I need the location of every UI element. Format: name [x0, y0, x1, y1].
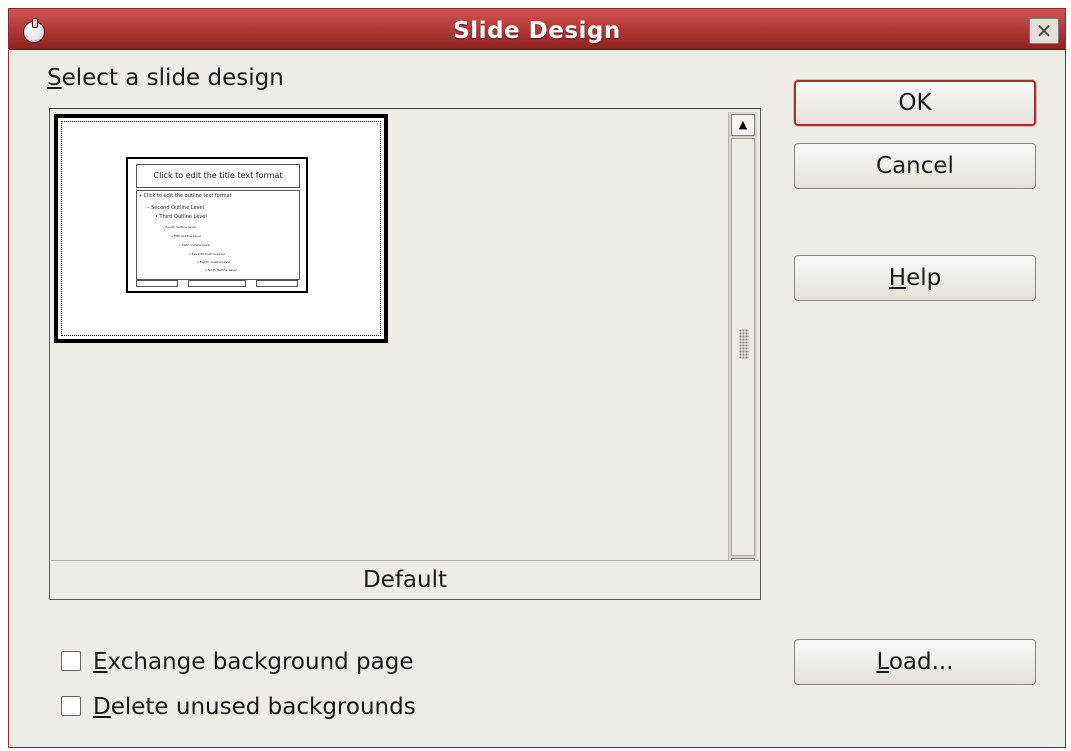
- outline-line: » Ninth Outline Level: [205, 268, 237, 272]
- preview-footer-right: [256, 280, 298, 287]
- preview-footer-center: [188, 280, 246, 287]
- mnemonic-e: E: [93, 649, 108, 675]
- preview-footer-left: [136, 280, 178, 287]
- vertical-scrollbar[interactable]: ▲ ▼: [728, 112, 757, 582]
- outline-line: • Click to edit the outline text format: [139, 193, 232, 199]
- delete-unused-option[interactable]: Delete unused backgrounds: [61, 694, 416, 720]
- preview-outline: • Click to edit the outline text format …: [136, 190, 300, 280]
- outline-line: • Third Outline Level: [155, 214, 207, 220]
- design-thumbnail-default[interactable]: Click to edit the title text format • Cl…: [54, 114, 388, 343]
- select-design-label-text: elect a slide design: [61, 65, 284, 91]
- preview-title-placeholder: Click to edit the title text format: [136, 164, 300, 188]
- mnemonic-d: D: [93, 694, 111, 720]
- outline-line: – Second Outline Level: [147, 205, 204, 211]
- load-button[interactable]: Load...: [794, 639, 1036, 685]
- outline-line: » Fifth Outline Level: [171, 234, 201, 238]
- exchange-background-checkbox[interactable]: [61, 650, 81, 671]
- mnemonic-l: L: [876, 649, 889, 675]
- close-button[interactable]: ✕: [1029, 18, 1059, 44]
- ok-button[interactable]: OK: [794, 80, 1036, 126]
- slide-preview: Click to edit the title text format • Cl…: [126, 157, 308, 293]
- outline-line: » Eighth Outline Level: [197, 260, 231, 264]
- title-bar[interactable]: Slide Design ✕: [9, 9, 1065, 50]
- delete-unused-checkbox[interactable]: [61, 695, 81, 716]
- scroll-up-button[interactable]: ▲: [731, 114, 755, 136]
- help-button[interactable]: Help: [794, 255, 1036, 301]
- dialog-title: Slide Design: [453, 18, 621, 44]
- scrollbar-thumb[interactable]: [731, 138, 755, 556]
- outline-line: – Fourth Outline Level: [163, 225, 196, 229]
- help-button-text: elp: [906, 265, 942, 291]
- mnemonic-s: S: [47, 65, 62, 91]
- outline-line: » Seventh Outline Level: [189, 252, 225, 256]
- exchange-background-option[interactable]: Exchange background page: [61, 649, 414, 675]
- mnemonic-h: H: [888, 265, 907, 291]
- outline-line: » Sixth Outline Level: [179, 243, 211, 247]
- load-button-text: oad...: [888, 649, 954, 675]
- design-list[interactable]: Click to edit the title text format • Cl…: [49, 108, 761, 600]
- cancel-button[interactable]: Cancel: [794, 143, 1036, 189]
- selected-design-caption: Default: [51, 560, 759, 598]
- delete-unused-label: elete unused backgrounds: [110, 694, 416, 720]
- exchange-background-label: xchange background page: [107, 649, 414, 675]
- scrollbar-grip-icon: [739, 329, 749, 359]
- slide-design-dialog: Slide Design ✕ Select a slide design Cli…: [8, 8, 1066, 748]
- select-design-label: Select a slide design: [47, 65, 284, 91]
